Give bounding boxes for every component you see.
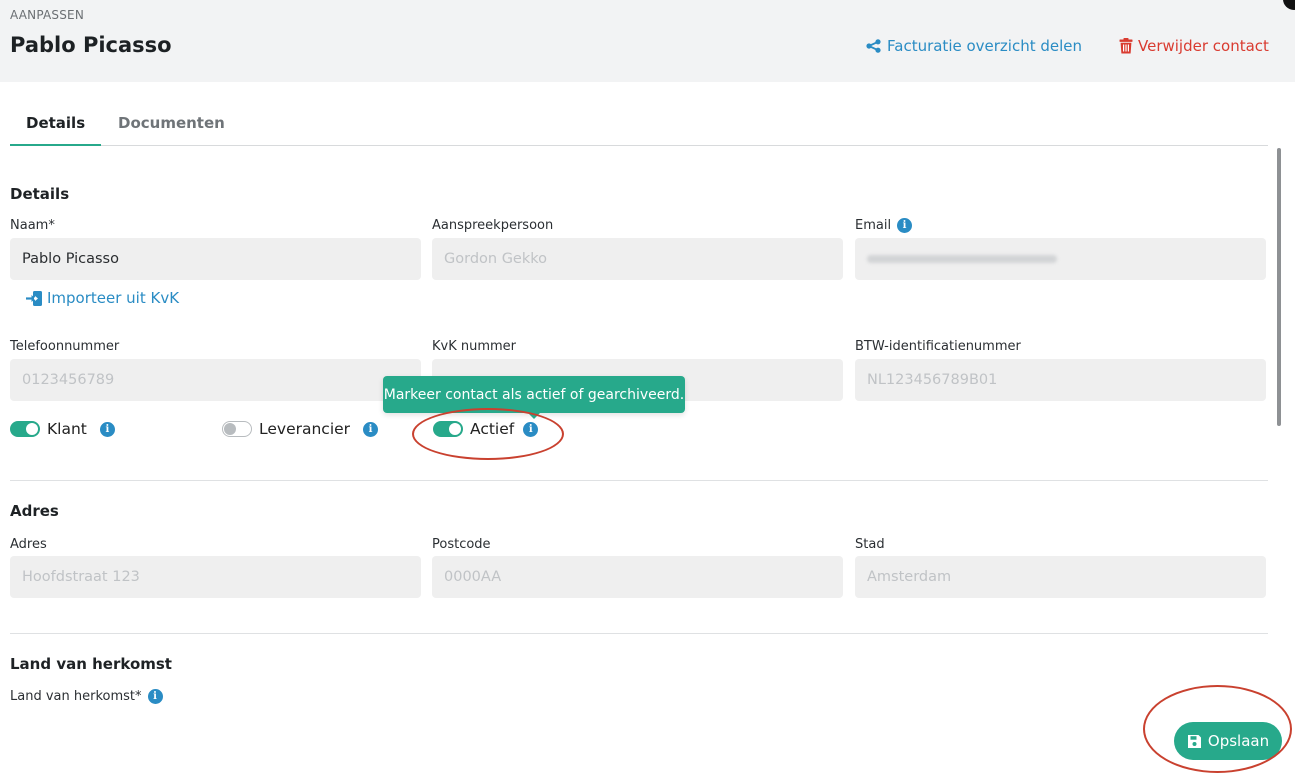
actief-switch[interactable]: [433, 421, 463, 437]
actief-tooltip: Markeer contact als actief of gearchivee…: [383, 376, 685, 413]
adres-field[interactable]: Hoofdstraat 123: [10, 556, 421, 598]
info-icon[interactable]: i: [147, 689, 163, 704]
delete-label: Verwijder contact: [1138, 37, 1269, 55]
section-title-land: Land van herkomst: [10, 655, 172, 673]
telefoon-label: Telefoonnummer: [10, 339, 120, 354]
corner-close-dot[interactable]: [1283, 0, 1295, 10]
info-icon[interactable]: i: [523, 421, 539, 437]
tooltip-arrow: [527, 412, 541, 419]
leverancier-label: Leverancier: [259, 420, 351, 438]
tab-details[interactable]: Details: [26, 114, 85, 132]
info-icon[interactable]: i: [897, 218, 913, 233]
scrollbar-thumb[interactable]: [1277, 148, 1281, 426]
email-value-blurred: [867, 255, 1057, 263]
btw-label: BTW-identificatienummer: [855, 339, 1021, 354]
toggle-leverancier: Leverancier i: [222, 420, 379, 438]
leverancier-switch[interactable]: [222, 421, 252, 437]
klant-label: Klant: [47, 420, 87, 438]
email-field[interactable]: [855, 238, 1266, 280]
section-divider: [10, 480, 1268, 481]
naam-field[interactable]: Pablo Picasso: [10, 238, 421, 280]
klant-switch[interactable]: [10, 421, 40, 437]
section-title-adres: Adres: [10, 502, 59, 520]
trash-icon: [1119, 38, 1133, 54]
email-label-row: Email i: [855, 218, 913, 233]
btw-field[interactable]: NL123456789B01: [855, 359, 1266, 401]
save-button[interactable]: Opslaan: [1174, 722, 1282, 760]
active-tab-indicator: [10, 144, 101, 146]
land-label-row: Land van herkomst* i: [10, 689, 163, 704]
stad-field[interactable]: Amsterdam: [855, 556, 1266, 598]
email-label: Email: [855, 218, 892, 233]
kvk-label: KvK nummer: [432, 339, 517, 354]
toggle-actief: Actief i: [433, 420, 539, 438]
import-kvk-label: Importeer uit KvK: [47, 289, 180, 307]
share-icon: [866, 39, 881, 53]
postcode-field[interactable]: 0000AA: [432, 556, 843, 598]
save-icon: [1187, 734, 1201, 748]
info-icon[interactable]: i: [363, 421, 379, 437]
land-label: Land van herkomst*: [10, 689, 142, 704]
actief-label: Actief: [470, 420, 515, 438]
adres-label: Adres: [10, 537, 47, 552]
import-icon: [26, 290, 42, 306]
info-icon[interactable]: i: [99, 421, 115, 437]
postcode-label: Postcode: [432, 537, 491, 552]
page-eyebrow: AANPASSEN: [10, 8, 84, 22]
tab-bar: Details Documenten: [10, 106, 1268, 146]
share-label: Facturatie overzicht delen: [887, 37, 1083, 55]
import-kvk-link[interactable]: Importeer uit KvK: [26, 289, 179, 307]
section-divider: [10, 633, 1268, 634]
telefoon-field[interactable]: 0123456789: [10, 359, 421, 401]
page-header: AANPASSEN Pablo Picasso Facturatie overz…: [0, 0, 1295, 82]
save-label: Opslaan: [1207, 732, 1270, 750]
toggle-klant: Klant i: [10, 420, 115, 438]
stad-label: Stad: [855, 537, 885, 552]
page-title: Pablo Picasso: [10, 33, 172, 57]
naam-label: Naam*: [10, 218, 55, 233]
section-title-details: Details: [10, 185, 70, 203]
aanspreekpersoon-label: Aanspreekpersoon: [432, 218, 554, 233]
tab-documenten[interactable]: Documenten: [118, 114, 225, 132]
delete-contact-button[interactable]: Verwijder contact: [1119, 37, 1269, 55]
aanspreekpersoon-field[interactable]: Gordon Gekko: [432, 238, 843, 280]
share-billing-overview-button[interactable]: Facturatie overzicht delen: [866, 37, 1082, 55]
